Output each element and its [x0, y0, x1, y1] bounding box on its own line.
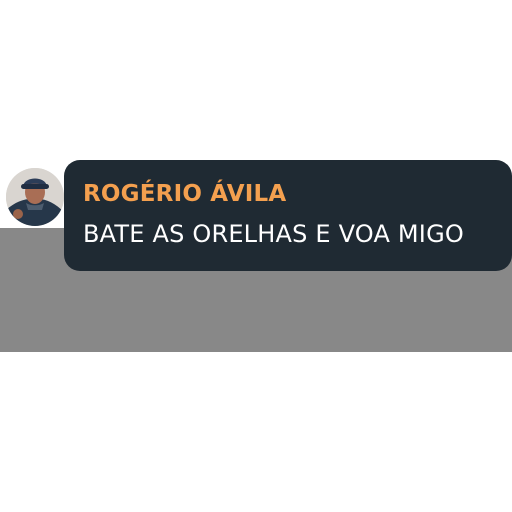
message-text: BATE AS ORELHAS E VOA MIGO	[83, 220, 464, 248]
avatar[interactable]	[6, 168, 64, 226]
user-avatar-photo-icon	[6, 168, 64, 226]
chat-sticker: ROGÉRIO ÁVILA BATE AS ORELHAS E VOA MIGO	[0, 0, 512, 512]
message-bubble: ROGÉRIO ÁVILA BATE AS ORELHAS E VOA MIGO	[64, 160, 512, 271]
sender-name: ROGÉRIO ÁVILA	[83, 181, 287, 207]
